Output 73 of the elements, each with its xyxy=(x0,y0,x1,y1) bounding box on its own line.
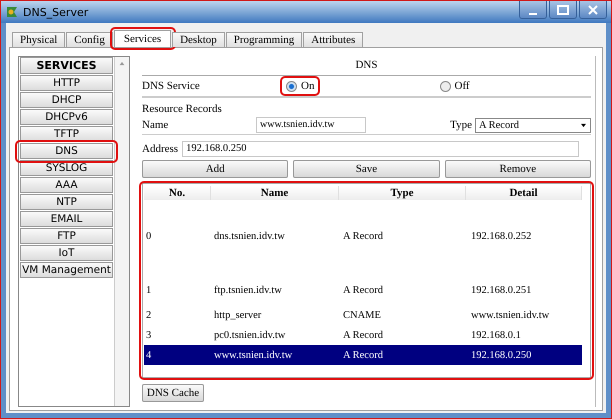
scrollbar[interactable] xyxy=(114,57,129,406)
tab[interactable]: Services xyxy=(114,30,172,47)
caret-icon xyxy=(580,122,587,128)
table-cell-text: A Record xyxy=(342,285,384,296)
table-cell-text: dns.tsnien.idv.tw xyxy=(213,231,286,242)
table-cell-text: 192.168.0.250 xyxy=(470,350,532,361)
maximize-button[interactable] xyxy=(549,1,577,19)
cache-button[interactable]: DNS Cache xyxy=(142,384,204,402)
action-button[interactable]: Add xyxy=(142,160,288,178)
table-cell-text: http_server xyxy=(213,310,262,321)
radio-button[interactable] xyxy=(286,80,297,92)
service-button[interactable]: NTP xyxy=(20,194,113,210)
tab[interactable]: Programming xyxy=(226,32,302,47)
table-cell-text: ftp.tsnien.idv.tw xyxy=(213,285,283,296)
service-button[interactable]: EMAIL xyxy=(20,211,113,227)
column-header[interactable]: No. xyxy=(144,186,211,200)
tab[interactable]: Physical xyxy=(12,32,66,47)
table-cell-text: CNAME xyxy=(342,310,382,321)
radio-button[interactable] xyxy=(440,80,450,92)
service-button[interactable]: AAA xyxy=(20,177,113,193)
service-button[interactable]: FTP xyxy=(20,228,113,244)
field-label: Name xyxy=(142,119,170,131)
minimize-button[interactable] xyxy=(519,1,547,19)
table-cell-text: 4 xyxy=(145,350,152,361)
field-label: Address xyxy=(142,143,178,155)
service-button[interactable]: DHCPv6 xyxy=(20,109,113,125)
action-button[interactable]: Remove xyxy=(444,160,591,178)
table-row[interactable]: 0 dns.tsnien.idv.tw A Record 192.168.0.252 xyxy=(144,200,582,264)
table-cell-text: 0 xyxy=(145,231,152,242)
table-cell-text: www.tsnien.idv.tw xyxy=(470,310,550,321)
service-button[interactable]: DNS xyxy=(20,143,113,159)
table-cell-text: A Record xyxy=(342,350,384,361)
table-cell-text: A Record xyxy=(342,330,384,341)
table-cell-text: www.tsnien.idv.tw xyxy=(213,350,294,361)
tab[interactable]: Attributes xyxy=(303,32,364,47)
service-button[interactable]: HTTP xyxy=(20,75,113,91)
table-row[interactable]: 4 www.tsnien.idv.tw A Record 192.168.0.250 xyxy=(144,345,582,366)
close-button[interactable] xyxy=(579,1,607,19)
table-cell-text: 2 xyxy=(145,310,152,321)
table-cell-text: 192.168.0.1 xyxy=(470,330,522,341)
radio-label: Off xyxy=(454,80,470,92)
service-button[interactable]: IoT xyxy=(20,245,113,261)
table-cell-text: 1 xyxy=(145,285,152,296)
table-cell-text: 3 xyxy=(145,330,152,341)
window-title: DNS_Server xyxy=(23,6,88,18)
radio-option[interactable]: Off xyxy=(438,79,472,93)
column-header[interactable]: Type xyxy=(339,186,466,200)
column-header[interactable]: Detail xyxy=(466,186,582,200)
radio-label: On xyxy=(301,80,314,92)
address-field[interactable]: 192.168.0.250 xyxy=(182,141,579,157)
table-cell-text: pc0.tsnien.idv.tw xyxy=(213,330,286,341)
panel-title: DNS xyxy=(142,56,591,76)
section-header: SERVICES xyxy=(20,57,113,74)
table-row[interactable]: 1 ftp.tsnien.idv.tw A Record 192.168.0.251 xyxy=(144,264,582,306)
column-header[interactable]: Name xyxy=(211,186,339,200)
table-cell-text: 192.168.0.252 xyxy=(470,231,532,242)
table-cell-text: 192.168.0.251 xyxy=(470,285,532,296)
service-button[interactable]: DHCP xyxy=(20,92,113,108)
tab[interactable]: Desktop xyxy=(172,32,225,47)
type-dropdown[interactable]: A Record xyxy=(475,118,591,132)
scroll-up-icon xyxy=(118,60,126,67)
app-icon xyxy=(5,5,19,19)
table-cell-text: A Record xyxy=(342,231,384,242)
minimize-icon xyxy=(529,12,537,14)
table-row[interactable]: 3 pc0.tsnien.idv.tw A Record 192.168.0.1 xyxy=(144,325,582,346)
field-label: DNS Service xyxy=(142,80,201,92)
field-label: Type xyxy=(450,119,472,131)
service-button[interactable]: VM Management xyxy=(20,262,113,278)
tab[interactable]: Config xyxy=(66,32,113,47)
action-button[interactable]: Save xyxy=(293,160,440,178)
table-row[interactable]: 2 http_server CNAME www.tsnien.idv.tw xyxy=(144,305,582,326)
name-field[interactable]: www.tsnien.idv.tw xyxy=(256,117,366,133)
section-label: Resource Records xyxy=(142,103,223,115)
